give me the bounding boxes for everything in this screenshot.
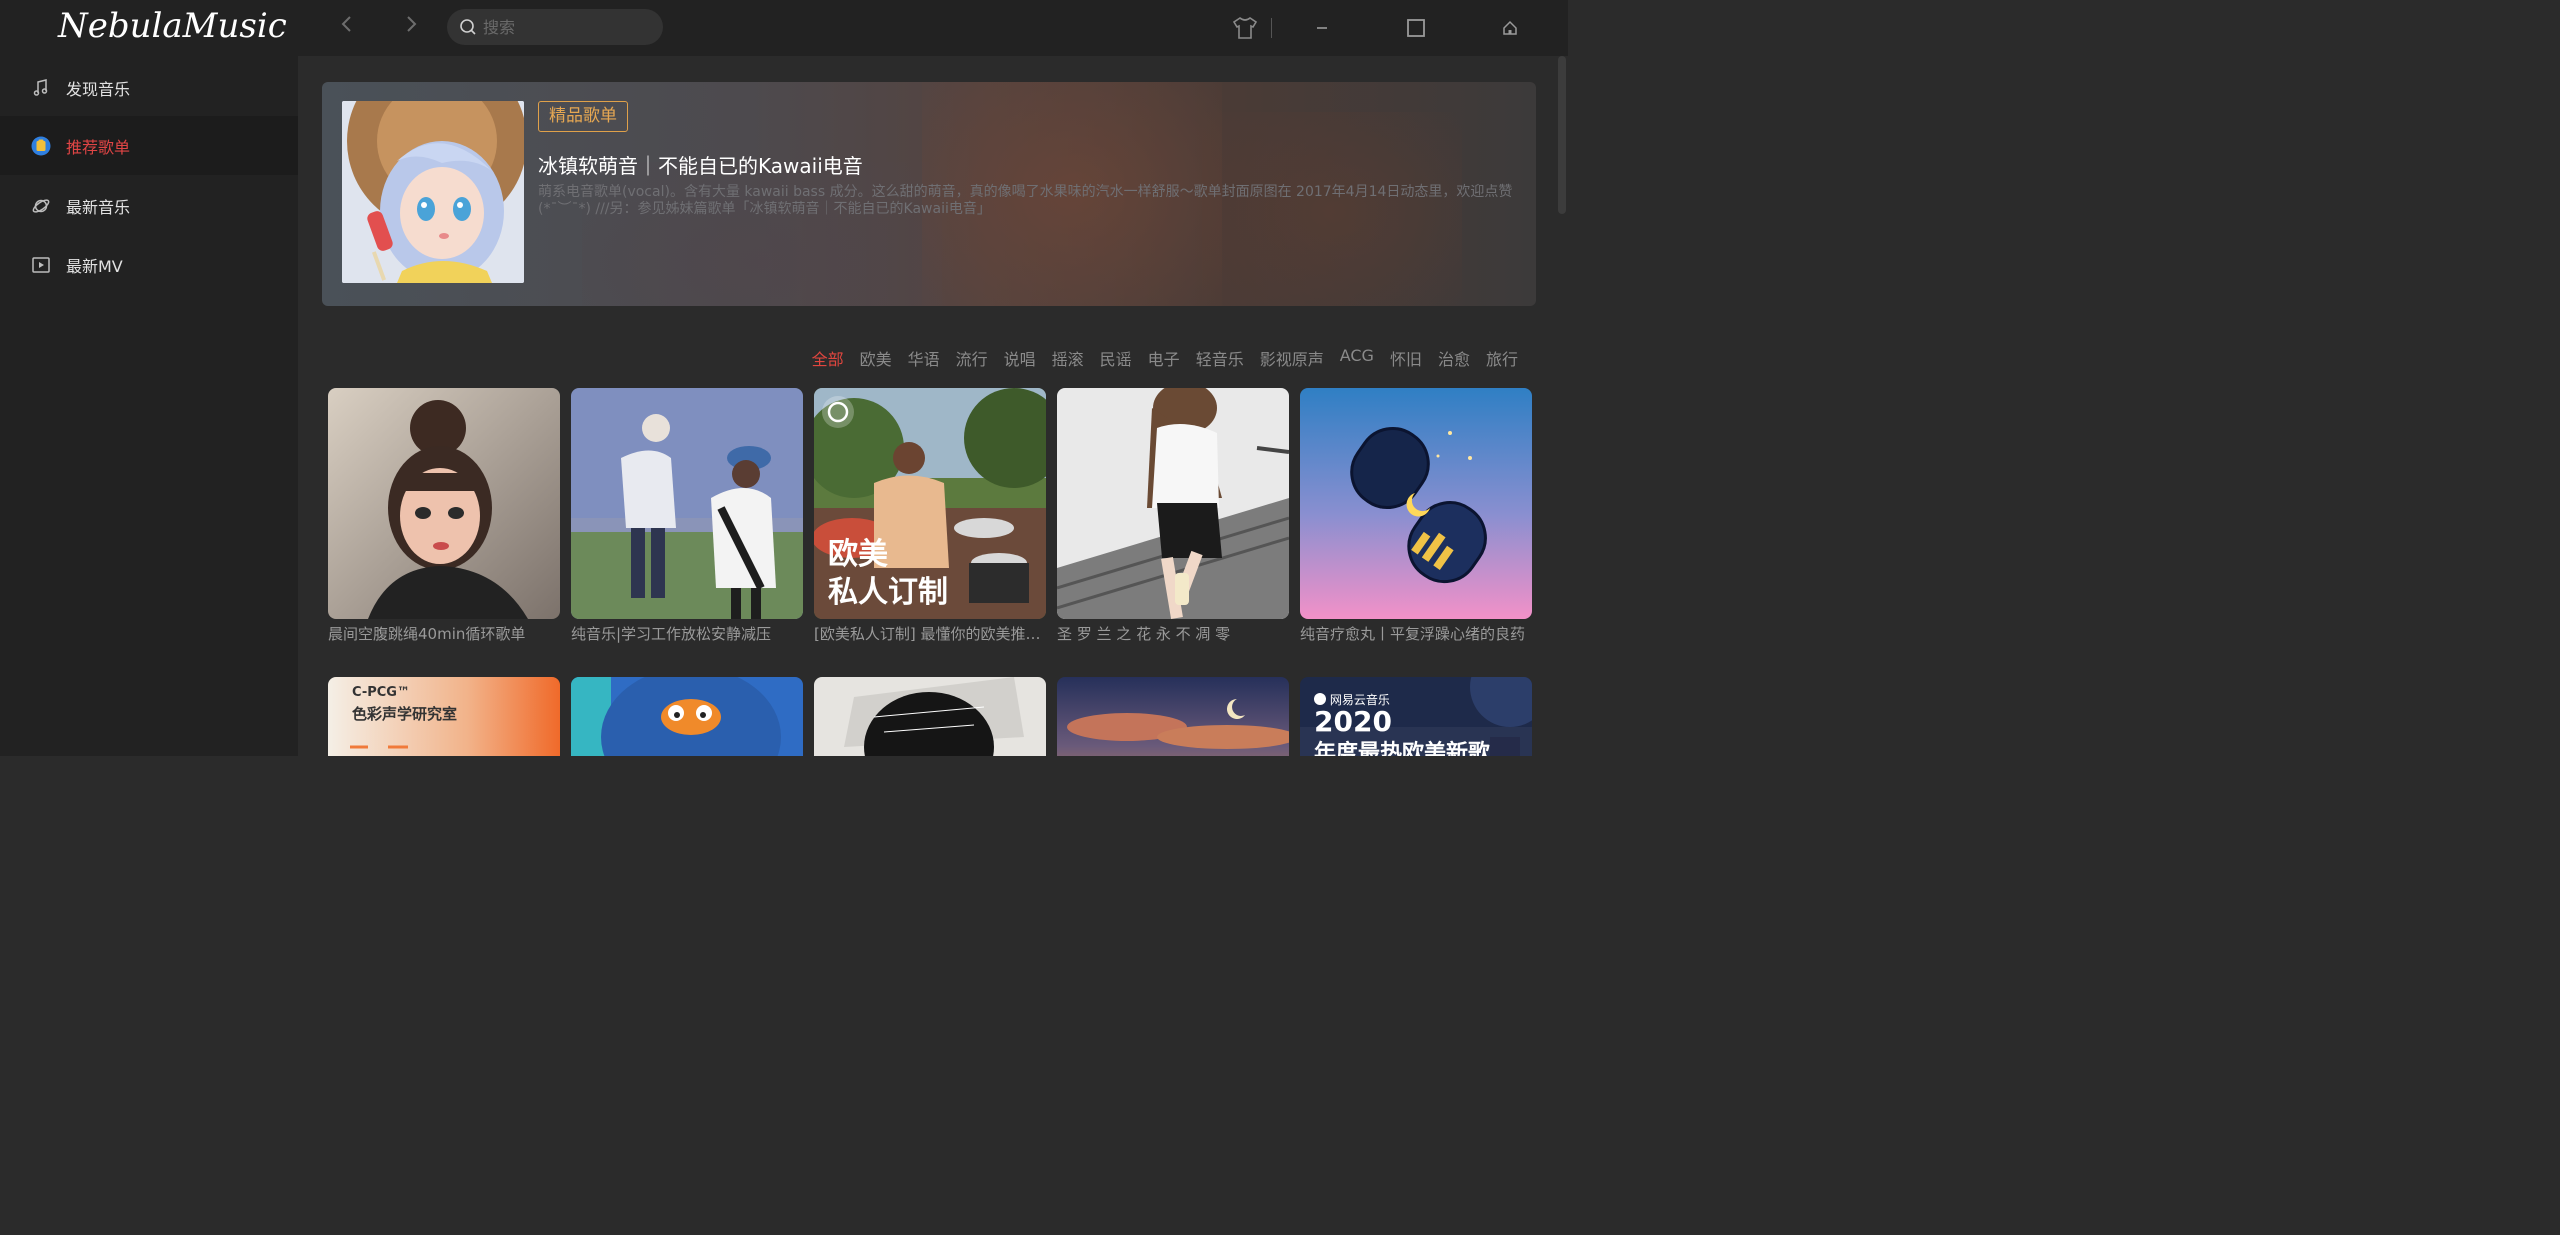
playlist-cover[interactable] <box>571 677 803 756</box>
search-icon <box>460 19 476 35</box>
app-logo: NebulaMusic <box>58 6 287 46</box>
forward-button[interactable] <box>397 14 425 42</box>
featured-tag: 精品歌单 <box>538 101 628 132</box>
title-bar: NebulaMusic <box>0 0 1568 56</box>
playlist-cover[interactable] <box>814 677 1046 756</box>
cover-overlay-text: C-PCG™ <box>352 685 410 700</box>
cover-overlay-text: 欧美 私人订制 <box>828 537 948 610</box>
playlist-card[interactable] <box>571 677 803 756</box>
category-tab[interactable]: 电子 <box>1148 346 1180 370</box>
featured-playlist-cover[interactable] <box>342 101 524 283</box>
playlist-card[interactable] <box>1057 677 1289 756</box>
playlist-card[interactable]: C-PCG™ 色彩声学研究室 <box>328 677 560 756</box>
playlist-cover[interactable]: 欧美 私人订制 <box>814 388 1046 619</box>
playlist-name[interactable]: [欧美私人订制] 最懂你的欧美推荐 每日更新35首 <box>814 623 1046 644</box>
playlist-card[interactable]: 网易云音乐 2020 年度最热欧美新歌 <box>1300 677 1532 756</box>
category-tab[interactable]: 华语 <box>908 346 940 370</box>
playlist-cover[interactable]: 网易云音乐 2020 年度最热欧美新歌 <box>1300 677 1532 756</box>
tshirt-icon <box>1232 17 1258 39</box>
sidebar-item-label: 最新MV <box>66 256 123 276</box>
scrollbar[interactable] <box>1558 56 1566 214</box>
sidebar-item-label: 发现音乐 <box>66 79 131 99</box>
sidebar: 发现音乐 推荐歌单 最新音乐 最新MV <box>0 56 298 756</box>
featured-playlist-banner[interactable]: 精品歌单 冰镇软萌音｜不能自已的Kawaii电音 萌系电音歌单(vocal)。含… <box>322 82 1536 306</box>
chevron-right-icon <box>407 16 417 32</box>
category-tab[interactable]: 民谣 <box>1100 346 1132 370</box>
playlist-cover[interactable] <box>328 388 560 619</box>
category-tab[interactable]: 欧美 <box>860 346 892 370</box>
category-tab[interactable]: 怀旧 <box>1390 346 1422 370</box>
category-tab[interactable]: ACG <box>1340 346 1374 370</box>
playlist-card[interactable]: 晨间空腹跳绳40min循环歌单 <box>328 388 560 644</box>
playlist-cover[interactable] <box>1057 677 1289 756</box>
category-tab[interactable]: 旅行 <box>1486 346 1518 370</box>
featured-playlist-title[interactable]: 冰镇软萌音｜不能自已的Kawaii电音 <box>538 150 863 179</box>
category-tab[interactable]: 影视原声 <box>1260 346 1324 370</box>
category-tab[interactable]: 说唱 <box>1004 346 1036 370</box>
chevron-left-icon <box>341 16 351 32</box>
sidebar-item-new-mv[interactable]: 最新MV <box>0 235 298 294</box>
playlist-cover[interactable]: C-PCG™ 色彩声学研究室 <box>328 677 560 756</box>
playlist-card[interactable]: 纯音疗愈丸丨平复浮躁心绪的良药 <box>1300 388 1532 644</box>
playlist-name[interactable]: 纯音乐|学习工作放松安静减压 <box>571 623 803 644</box>
playlist-name[interactable]: 圣 罗 兰 之 花 永 不 凋 零 <box>1057 623 1289 644</box>
playlist-card[interactable] <box>814 677 1046 756</box>
cover-overlay-text: 2020 <box>1314 705 1392 738</box>
playlist-card[interactable]: 欧美 私人订制 [欧美私人订制] 最懂你的欧美推荐 每日更新35首 <box>814 388 1046 644</box>
category-tab[interactable]: 全部 <box>812 346 844 370</box>
playlist-cover[interactable] <box>571 388 803 619</box>
minimize-button[interactable] <box>1306 12 1338 44</box>
maximize-icon <box>1407 19 1425 37</box>
playlist-card[interactable]: 圣 罗 兰 之 花 永 不 凋 零 <box>1057 388 1289 644</box>
cover-overlay-text: 色彩声学研究室 <box>352 705 458 723</box>
planet-icon <box>31 196 51 216</box>
playlist-name[interactable]: 晨间空腹跳绳40min循环歌单 <box>328 623 560 644</box>
divider <box>1271 18 1272 38</box>
netease-icon <box>1314 693 1326 705</box>
video-icon <box>31 255 51 275</box>
playlist-cover[interactable] <box>1300 388 1532 619</box>
playlist-cover[interactable] <box>1057 388 1289 619</box>
sidebar-item-new-music[interactable]: 最新音乐 <box>0 176 298 235</box>
home-icon <box>1503 20 1517 35</box>
sidebar-item-label: 最新音乐 <box>66 197 131 217</box>
music-note-icon <box>31 78 51 98</box>
playlist-name[interactable]: 纯音疗愈丸丨平复浮躁心绪的良药 <box>1300 623 1532 644</box>
home-button[interactable] <box>1494 12 1526 44</box>
back-button[interactable] <box>333 14 361 42</box>
playlist-icon <box>31 136 51 156</box>
category-tabs: 全部 欧美 华语 流行 说唱 摇滚 民谣 电子 轻音乐 影视原声 ACG 怀旧 治愈 旅行 <box>796 346 1518 370</box>
maximize-button[interactable] <box>1400 12 1432 44</box>
minimize-icon <box>1317 27 1327 29</box>
playlist-card[interactable]: 纯音乐|学习工作放松安静减压 <box>571 388 803 644</box>
category-tab[interactable]: 治愈 <box>1438 346 1470 370</box>
category-tab[interactable]: 轻音乐 <box>1196 346 1244 370</box>
search-input[interactable] <box>483 9 653 45</box>
sidebar-item-label: 推荐歌单 <box>66 137 131 157</box>
category-tab[interactable]: 流行 <box>956 346 988 370</box>
category-tab[interactable]: 摇滚 <box>1052 346 1084 370</box>
search-box[interactable] <box>447 9 663 45</box>
skin-button[interactable] <box>1229 12 1261 44</box>
featured-playlist-description: 萌系电音歌单(vocal)。含有大量 kawaii bass 成分。这么甜的萌音… <box>538 184 1513 217</box>
sidebar-item-recommended-playlists[interactable]: 推荐歌单 <box>0 116 298 175</box>
sidebar-item-discover[interactable]: 发现音乐 <box>0 58 298 117</box>
main-content: 精品歌单 冰镇软萌音｜不能自已的Kawaii电音 萌系电音歌单(vocal)。含… <box>298 56 1568 756</box>
cover-overlay-text: 年度最热欧美新歌 <box>1314 741 1491 756</box>
